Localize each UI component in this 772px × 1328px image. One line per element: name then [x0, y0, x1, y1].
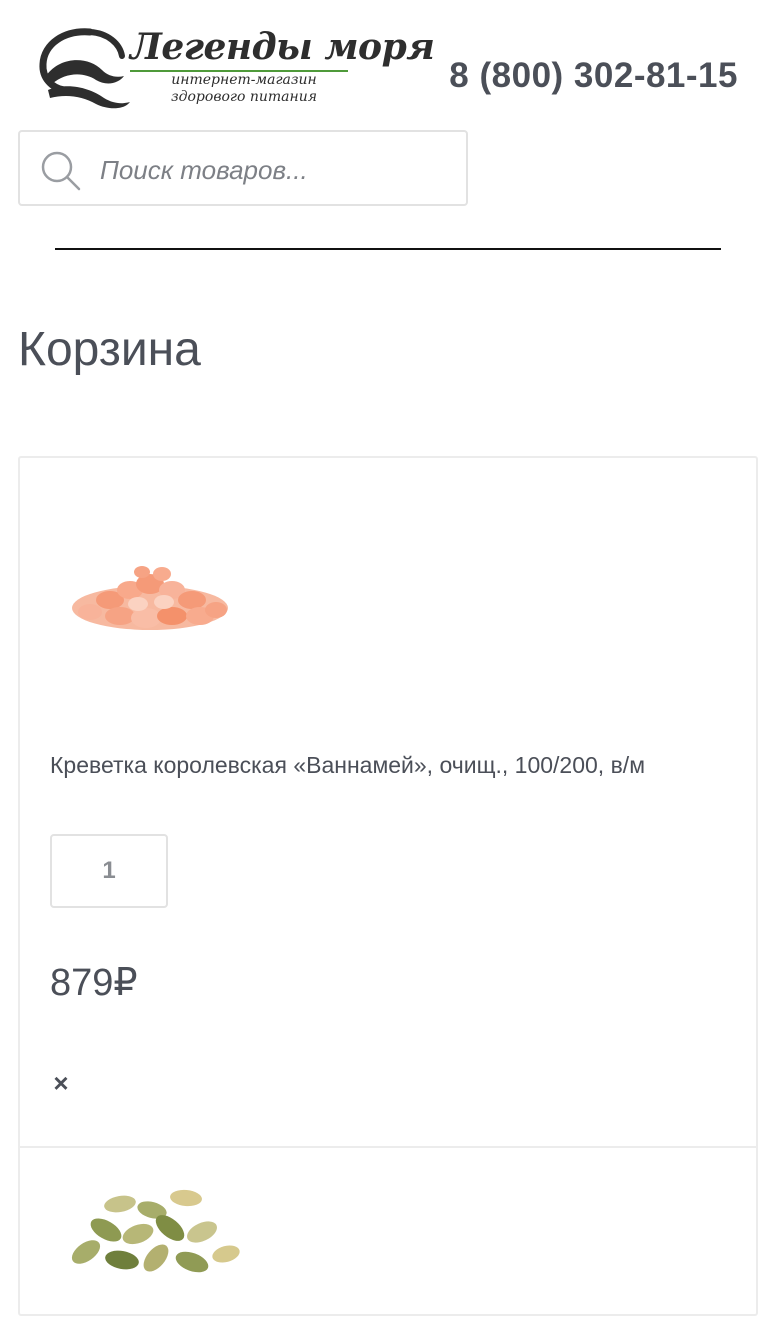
- shrimp-product-image[interactable]: [50, 520, 250, 680]
- site-header: Легенды моря интернет-магазин здорового …: [0, 0, 772, 120]
- header-divider: [55, 248, 721, 250]
- search-icon[interactable]: [40, 150, 82, 192]
- cart-item: Креветка королевская «Ваннамей», очищ., …: [20, 458, 756, 1148]
- site-logo[interactable]: Легенды моря интернет-магазин здорового …: [38, 22, 435, 114]
- search-form: [18, 130, 468, 206]
- remove-item-icon[interactable]: ×: [48, 1070, 74, 1096]
- fish-wave-logo-icon: [39, 28, 130, 109]
- search-input[interactable]: [98, 144, 452, 196]
- cart-item: [20, 1148, 756, 1318]
- cart-list: Креветка королевская «Ваннамей», очищ., …: [18, 456, 758, 1316]
- page-title: Корзина: [18, 323, 201, 376]
- logo-title: Легенды моря: [130, 26, 435, 68]
- quantity-input[interactable]: [50, 834, 168, 908]
- pumpkin-seeds-product-image[interactable]: [50, 1168, 250, 1328]
- cart-item-price: 879₽: [50, 962, 138, 1004]
- cart-item-name[interactable]: Креветка королевская «Ваннамей», очищ., …: [50, 752, 645, 779]
- phone-number-link[interactable]: 8 (800) 302-81-15: [449, 56, 738, 96]
- logo-subtitle: интернет-магазин здорового питания: [170, 72, 318, 105]
